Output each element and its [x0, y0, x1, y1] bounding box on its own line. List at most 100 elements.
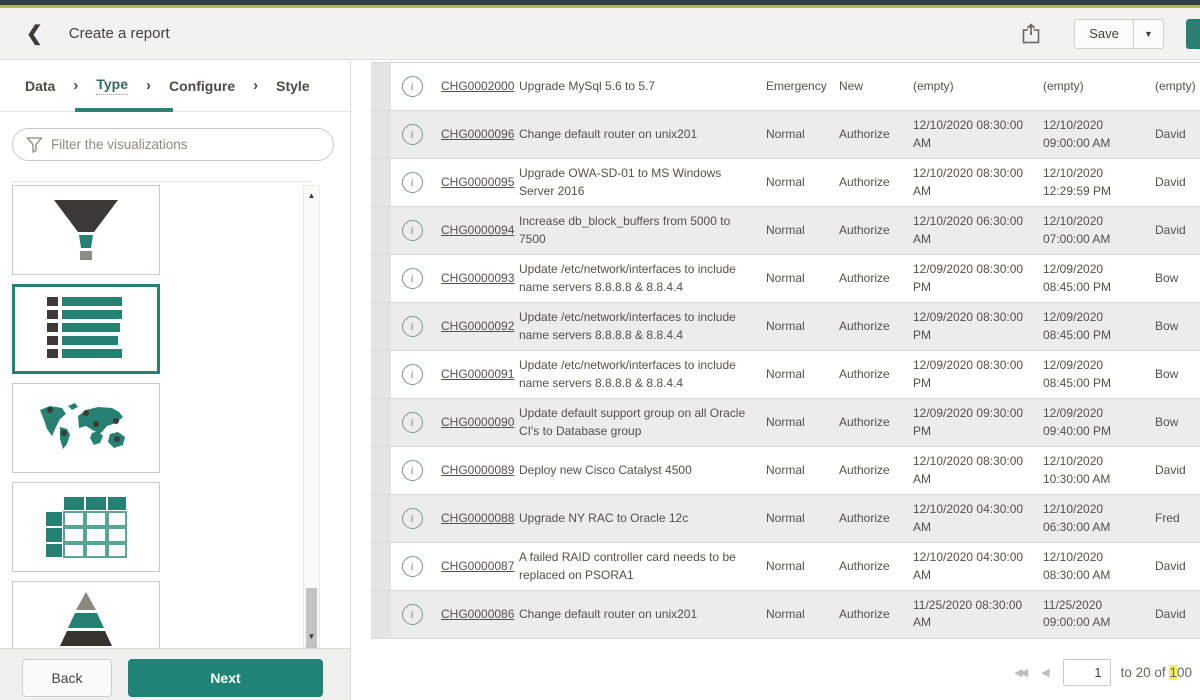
record-number-link[interactable]: CHG0002000	[441, 79, 514, 93]
assigned-to-link[interactable]: David	[1155, 559, 1186, 573]
record-number-link[interactable]: CHG0000089	[441, 463, 514, 477]
scroll-up-icon[interactable]: ▲	[304, 188, 319, 204]
short-description: Upgrade NY RAC to Oracle 12c	[519, 504, 766, 533]
short-description: Update /etc/network/interfaces to includ…	[519, 303, 766, 350]
info-icon[interactable]: i	[402, 316, 423, 337]
back-button[interactable]: Back	[22, 659, 112, 697]
save-button[interactable]: Save	[1074, 19, 1134, 49]
save-dropdown-button[interactable]: ▼	[1134, 19, 1164, 49]
page-title: Create a report	[69, 25, 170, 42]
assigned-to-link[interactable]: David	[1155, 607, 1186, 621]
assigned-to-link[interactable]: Bow	[1155, 319, 1178, 333]
record-number-link[interactable]: CHG0000093	[441, 271, 514, 285]
priority-value: Normal	[766, 312, 839, 341]
chevron-right-icon: ›	[146, 77, 151, 94]
assigned-to-link[interactable]: Fred	[1155, 511, 1180, 525]
info-icon[interactable]: i	[402, 220, 423, 241]
short-description: Increase db_block_buffers from 5000 to 7…	[519, 207, 766, 254]
planned-start-date: 12/10/2020 08:30:00 AM	[913, 111, 1043, 158]
planned-start-date: 12/09/2020 08:30:00 PM	[913, 351, 1043, 398]
record-number-link[interactable]: CHG0000096	[441, 127, 514, 141]
state-value: Authorize	[839, 216, 913, 245]
state-value: New	[839, 72, 913, 101]
planned-end-date: (empty)	[1043, 72, 1155, 101]
back-arrow-icon[interactable]: ❮	[26, 21, 43, 46]
planned-start-date: 12/10/2020 08:30:00 AM	[913, 159, 1043, 206]
assigned-to-link[interactable]: David	[1155, 127, 1186, 141]
record-number-link[interactable]: CHG0000095	[441, 175, 514, 189]
assigned-to-link[interactable]: David	[1155, 223, 1186, 237]
step-data[interactable]: Data	[25, 78, 55, 94]
state-value: Authorize	[839, 360, 913, 389]
chevron-down-icon: ▼	[1144, 29, 1153, 39]
record-number-link[interactable]: CHG0000086	[441, 607, 514, 621]
info-icon[interactable]: i	[402, 460, 423, 481]
short-description: Update /etc/network/interfaces to includ…	[519, 255, 766, 302]
table-row: i CHG0000090 Update default support grou…	[371, 398, 1200, 446]
scroll-down-icon[interactable]: ▼	[304, 629, 319, 645]
viz-thumb-pyramid[interactable]	[12, 581, 160, 648]
info-icon[interactable]: i	[402, 556, 423, 577]
info-icon[interactable]: i	[402, 412, 423, 433]
info-icon[interactable]: i	[402, 124, 423, 145]
chevron-right-icon: ›	[253, 77, 258, 94]
short-description: Change default router on unix201	[519, 120, 766, 149]
state-value: Authorize	[839, 312, 913, 341]
previous-page-icon[interactable]: ◀	[1041, 666, 1046, 679]
info-icon[interactable]: i	[402, 508, 423, 529]
row-gutter	[371, 351, 391, 398]
page-number-input[interactable]	[1063, 659, 1111, 686]
info-icon[interactable]: i	[402, 172, 423, 193]
row-gutter	[371, 303, 391, 350]
share-icon[interactable]	[1018, 21, 1044, 47]
table-row: i CHG0000087 A failed RAID controller ca…	[371, 542, 1200, 590]
state-value: Authorize	[839, 408, 913, 437]
wizard-footer: Back Next	[0, 648, 351, 700]
row-gutter	[371, 63, 391, 110]
record-number-link[interactable]: CHG0000091	[441, 367, 514, 381]
filter-visualizations-input[interactable]	[12, 128, 334, 161]
priority-value: Normal	[766, 168, 839, 197]
table-row: i CHG0000095 Upgrade OWA-SD-01 to MS Win…	[371, 158, 1200, 206]
planned-end-date: 12/09/2020 08:45:00 PM	[1043, 351, 1155, 398]
assigned-to-link[interactable]: David	[1155, 175, 1186, 189]
table-row: i CHG0000088 Upgrade NY RAC to Oracle 12…	[371, 494, 1200, 542]
short-description: Deploy new Cisco Catalyst 4500	[519, 456, 766, 485]
planned-end-date: 12/10/2020 09:00:00 AM	[1043, 111, 1155, 158]
info-icon[interactable]: i	[402, 76, 423, 97]
list-chart-icon	[47, 297, 125, 361]
step-configure[interactable]: Configure	[169, 78, 235, 94]
planned-start-date: 12/10/2020 04:30:00 AM	[913, 495, 1043, 542]
record-number-link[interactable]: CHG0000090	[441, 415, 514, 429]
next-button[interactable]: Next	[128, 659, 323, 697]
viz-thumb-table[interactable]	[12, 482, 160, 572]
record-number-link[interactable]: CHG0000092	[441, 319, 514, 333]
assigned-to-link[interactable]: Bow	[1155, 271, 1178, 285]
record-number-link[interactable]: CHG0000094	[441, 223, 514, 237]
viz-thumb-list[interactable]	[12, 284, 160, 374]
row-gutter	[371, 111, 391, 158]
info-icon[interactable]: i	[402, 268, 423, 289]
viz-thumb-funnel[interactable]	[12, 185, 160, 275]
record-number-link[interactable]: CHG0000087	[441, 559, 514, 573]
assigned-to-link[interactable]: Bow	[1155, 367, 1178, 381]
row-gutter	[371, 159, 391, 206]
viz-list-scrollbar[interactable]: ▲ ▼	[303, 185, 320, 648]
info-icon[interactable]: i	[402, 364, 423, 385]
assigned-to-link[interactable]: David	[1155, 463, 1186, 477]
viz-thumb-map[interactable]	[12, 383, 160, 473]
planned-end-date: 12/10/2020 12:29:59 PM	[1043, 159, 1155, 206]
short-description: Change default router on unix201	[519, 600, 766, 629]
assigned-to-link[interactable]: Bow	[1155, 415, 1178, 429]
state-value: Authorize	[839, 600, 913, 629]
record-number-link[interactable]: CHG0000088	[441, 511, 514, 525]
table-row: i CHG0000089 Deploy new Cisco Catalyst 4…	[371, 446, 1200, 494]
run-button-partial[interactable]	[1186, 19, 1200, 49]
step-style[interactable]: Style	[276, 78, 309, 94]
info-icon[interactable]: i	[402, 604, 423, 625]
first-page-icon[interactable]: ◀◀	[1014, 666, 1025, 679]
active-step-indicator	[75, 108, 173, 112]
brand-strip	[0, 0, 1200, 8]
step-type[interactable]: Type	[96, 76, 128, 95]
row-gutter	[371, 591, 391, 638]
